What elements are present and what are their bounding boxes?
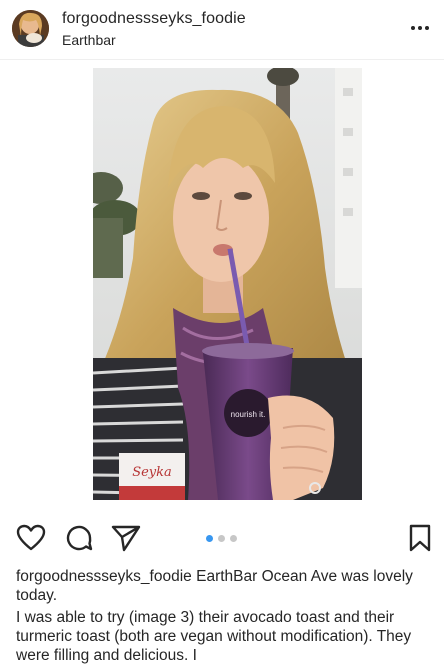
post-media[interactable]: nourish it. Seyka bbox=[0, 60, 444, 516]
post-photo[interactable]: nourish it. Seyka bbox=[93, 68, 362, 500]
share-send-icon[interactable] bbox=[110, 522, 142, 554]
comment-icon[interactable] bbox=[63, 522, 95, 554]
carousel-dot bbox=[230, 535, 237, 542]
post-header: forgoodnessseyks_foodie Earthbar bbox=[0, 0, 444, 60]
shirt-cup-text: Seyka bbox=[132, 465, 172, 480]
caption-username[interactable]: forgoodnessseyks_foodie bbox=[16, 568, 192, 585]
save-bookmark-icon[interactable] bbox=[404, 522, 436, 554]
avatar-image bbox=[12, 10, 49, 47]
post-username[interactable]: forgoodnessseyks_foodie bbox=[62, 10, 246, 28]
avatar[interactable] bbox=[12, 10, 49, 47]
caption-body: I was able to try (image 3) their avocad… bbox=[16, 609, 412, 664]
carousel-dot-active bbox=[206, 535, 213, 542]
carousel-dot bbox=[218, 535, 225, 542]
post-caption: forgoodnessseyks_foodie EarthBar Ocean A… bbox=[16, 567, 434, 665]
like-heart-icon[interactable] bbox=[15, 522, 47, 554]
post-location[interactable]: Earthbar bbox=[62, 32, 116, 48]
cup-logo-text: nourish it. bbox=[231, 410, 266, 419]
more-options-icon[interactable] bbox=[410, 18, 430, 38]
